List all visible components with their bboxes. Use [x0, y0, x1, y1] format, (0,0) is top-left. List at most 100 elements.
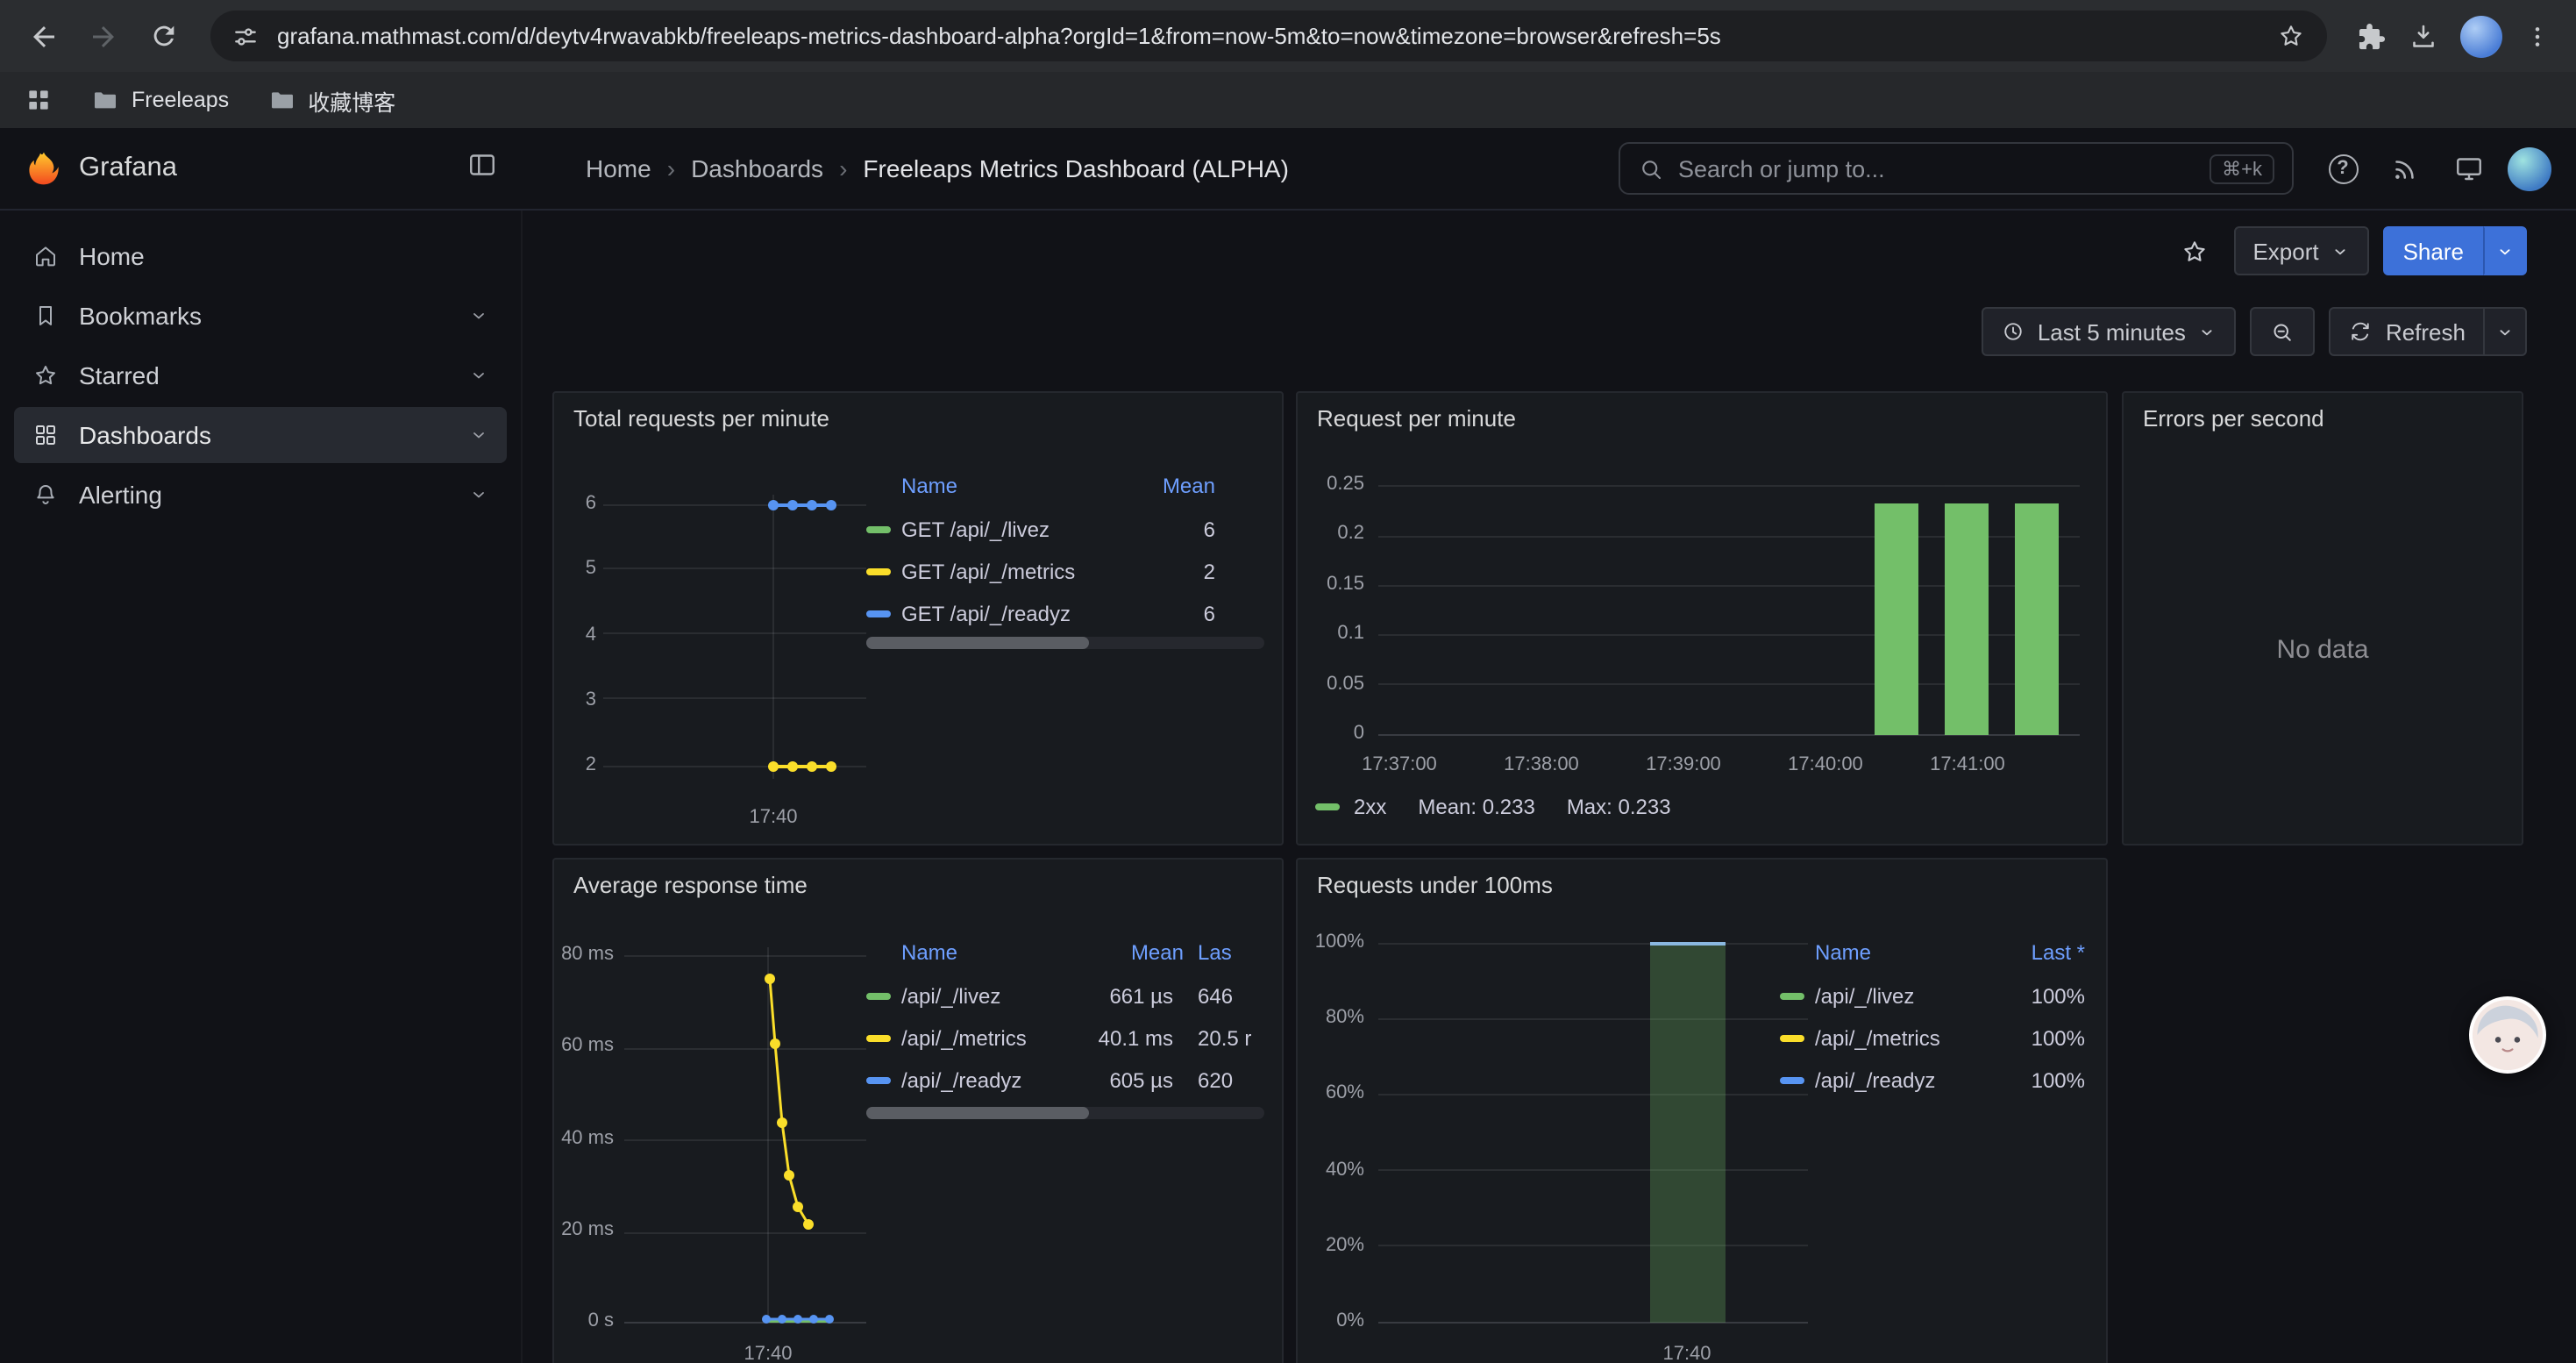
legend-scrollbar[interactable] [866, 637, 1264, 649]
panel-title[interactable]: Average response time [573, 872, 808, 898]
legend-row[interactable]: /api/_/livez 661 µs 646 [866, 975, 1261, 1017]
y-tick: 20% [1326, 1237, 1364, 1256]
site-settings-icon[interactable] [231, 22, 260, 50]
bookmark-item-blogs[interactable]: 收藏博客 [267, 83, 395, 117]
browser-profile-avatar[interactable] [2460, 15, 2502, 57]
user-avatar[interactable] [2508, 146, 2551, 190]
legend-header-last[interactable]: Last * [1990, 940, 2085, 965]
zoom-out-button[interactable] [2251, 307, 2316, 356]
legend[interactable]: 2xx Mean: 0.233 Max: 0.233 [1315, 795, 1671, 819]
scrollbar-thumb[interactable] [866, 637, 1089, 649]
chevron-down-icon [2495, 241, 2515, 260]
grafana-logo[interactable] [25, 149, 63, 188]
clock-icon [2001, 319, 2025, 344]
legend-row[interactable]: GET /api/_/readyz 6 [866, 593, 1261, 635]
line-chart[interactable] [624, 947, 866, 1337]
sidebar-item-home[interactable]: Home [14, 228, 507, 284]
bar-chart[interactable] [1378, 931, 1808, 1335]
time-range-picker[interactable]: Last 5 minutes [1982, 307, 2237, 356]
scrollbar-thumb[interactable] [866, 1107, 1089, 1119]
y-tick: 80 ms [561, 946, 614, 965]
export-button[interactable]: Export [2233, 226, 2369, 275]
back-button[interactable] [18, 10, 70, 62]
legend-header-mean[interactable]: Mean [1124, 474, 1261, 498]
bookmark-item-freeleaps[interactable]: Freeleaps [91, 86, 229, 114]
browser-menu-icon[interactable] [2523, 22, 2551, 50]
panel-title[interactable]: Requests under 100ms [1317, 872, 1553, 898]
chevron-down-icon [2198, 322, 2217, 341]
chevron-down-icon [2331, 241, 2351, 260]
series-swatch-green [866, 993, 891, 1000]
chevron-down-icon[interactable] [468, 425, 489, 446]
panel-title[interactable]: Total requests per minute [573, 405, 829, 432]
extensions-icon[interactable] [2355, 20, 2387, 52]
search-input[interactable]: Search or jump to... ⌘+k [1619, 142, 2294, 195]
series-swatch-yellow [866, 568, 891, 575]
chevron-down-icon[interactable] [468, 365, 489, 386]
y-tick: 20 ms [561, 1221, 614, 1240]
legend-row[interactable]: /api/_/metrics 100% [1780, 1017, 2085, 1060]
y-tick: 100% [1315, 933, 1364, 953]
legend-header-row: Name Mean [866, 463, 1261, 509]
line-chart[interactable] [603, 495, 866, 793]
legend-table: Name Mean Las /api/_/livez 661 µs 646 /a… [866, 930, 1261, 1102]
series-last: 100% [1990, 1026, 2085, 1051]
legend-header-name[interactable]: Name [901, 940, 1085, 965]
sidebar-item-label: Dashboards [79, 421, 211, 449]
y-axis-ticks: 100% 80% 60% 40% 20% 0% [1301, 933, 1364, 1331]
legend-row[interactable]: /api/_/livez 100% [1780, 975, 2085, 1017]
sidebar-item-alerting[interactable]: Alerting [14, 467, 507, 523]
sidebar-item-starred[interactable]: Starred [14, 347, 507, 403]
favorite-dashboard-button[interactable] [2170, 226, 2219, 275]
x-tick: 17:40 [719, 1344, 817, 1363]
url-text[interactable]: grafana.mathmast.com/d/deytv4rwavabkb/fr… [277, 23, 2259, 49]
refresh-button[interactable]: Refresh [2330, 307, 2485, 356]
help-button[interactable] [2318, 144, 2367, 193]
breadcrumb-dashboards[interactable]: Dashboards [691, 154, 847, 182]
legend-row[interactable]: /api/_/metrics 40.1 ms 20.5 r [866, 1017, 1261, 1060]
legend-header-name[interactable]: Name [1815, 940, 1990, 965]
legend-header-name[interactable]: Name [901, 474, 1124, 498]
panel-errors-per-second: Errors per second No data [2122, 391, 2523, 846]
legend-header-last[interactable]: Las [1184, 940, 1261, 965]
share-menu-button[interactable] [2483, 226, 2527, 275]
dashboard-actions: Export Share [2170, 225, 2527, 277]
legend-header-mean[interactable]: Mean [1085, 940, 1184, 965]
breadcrumb-home[interactable]: Home [586, 154, 675, 182]
legend-scrollbar[interactable] [866, 1107, 1264, 1119]
x-tick: 17:40:00 [1773, 754, 1878, 775]
dock-sidebar-button[interactable] [466, 148, 498, 189]
help-icon [2328, 153, 2358, 183]
avatar-face [2473, 1000, 2543, 1070]
panel-title[interactable]: Errors per second [2143, 405, 2324, 432]
url-bar[interactable]: grafana.mathmast.com/d/deytv4rwavabkb/fr… [210, 11, 2327, 61]
chevron-down-icon[interactable] [468, 484, 489, 505]
y-tick: 6 [586, 495, 596, 514]
legend-row[interactable]: GET /api/_/livez 6 [866, 509, 1261, 551]
forward-button[interactable] [77, 10, 130, 62]
reload-button[interactable] [137, 10, 189, 62]
news-button[interactable] [2381, 144, 2430, 193]
refresh-split-button: Refresh [2330, 307, 2527, 356]
series-swatch-yellow [866, 1035, 891, 1042]
sidebar-item-label: Bookmarks [79, 302, 202, 330]
display-button[interactable] [2444, 144, 2494, 193]
refresh-interval-button[interactable] [2485, 307, 2527, 356]
apps-grid-icon[interactable] [25, 86, 53, 114]
home-icon [32, 242, 60, 270]
bookmark-star-icon[interactable] [2276, 21, 2306, 51]
panel-title[interactable]: Request per minute [1317, 405, 1516, 432]
search-icon [1638, 155, 1664, 182]
series-name: GET /api/_/metrics [901, 560, 1114, 584]
legend-row[interactable]: /api/_/readyz 605 µs 620 [866, 1060, 1261, 1102]
share-button[interactable]: Share [2384, 226, 2483, 275]
legend-row[interactable]: GET /api/_/metrics 2 [866, 551, 1261, 593]
sidebar-item-bookmarks[interactable]: Bookmarks [14, 288, 507, 344]
bar-chart[interactable] [1378, 477, 2080, 749]
chevron-down-icon[interactable] [468, 305, 489, 326]
series-mean: 661 µs [1075, 984, 1173, 1009]
downloads-icon[interactable] [2408, 20, 2439, 52]
assistant-avatar[interactable] [2469, 996, 2546, 1074]
legend-row[interactable]: /api/_/readyz 100% [1780, 1060, 2085, 1102]
sidebar-item-dashboards[interactable]: Dashboards [14, 407, 507, 463]
